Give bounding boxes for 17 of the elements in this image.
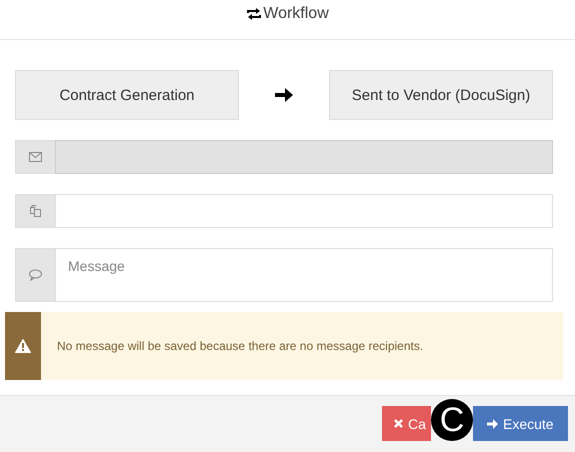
- right-arrow-icon: [275, 87, 293, 103]
- message-field[interactable]: Message: [55, 248, 553, 302]
- loop-icon: [246, 8, 262, 20]
- callout-badge: C: [431, 399, 473, 441]
- speech-bubble-icon: [29, 269, 42, 281]
- window-title: Workflow: [246, 5, 329, 23]
- right-arrow-icon: [487, 418, 498, 428]
- stage-box: Contract Generation: [15, 70, 239, 120]
- copy-icon: [30, 205, 41, 217]
- stage-box: Sent to Vendor (DocuSign): [329, 70, 553, 120]
- cancel-button[interactable]: Ca: [382, 406, 431, 441]
- warning-icon: [15, 339, 31, 353]
- warning-message: No message will be saved because there are no message recipients.: [56, 338, 424, 355]
- execute-button[interactable]: Execute: [473, 406, 568, 441]
- close-icon: [394, 419, 403, 428]
- envelope-icon: [29, 152, 42, 162]
- input-field[interactable]: [55, 194, 553, 228]
